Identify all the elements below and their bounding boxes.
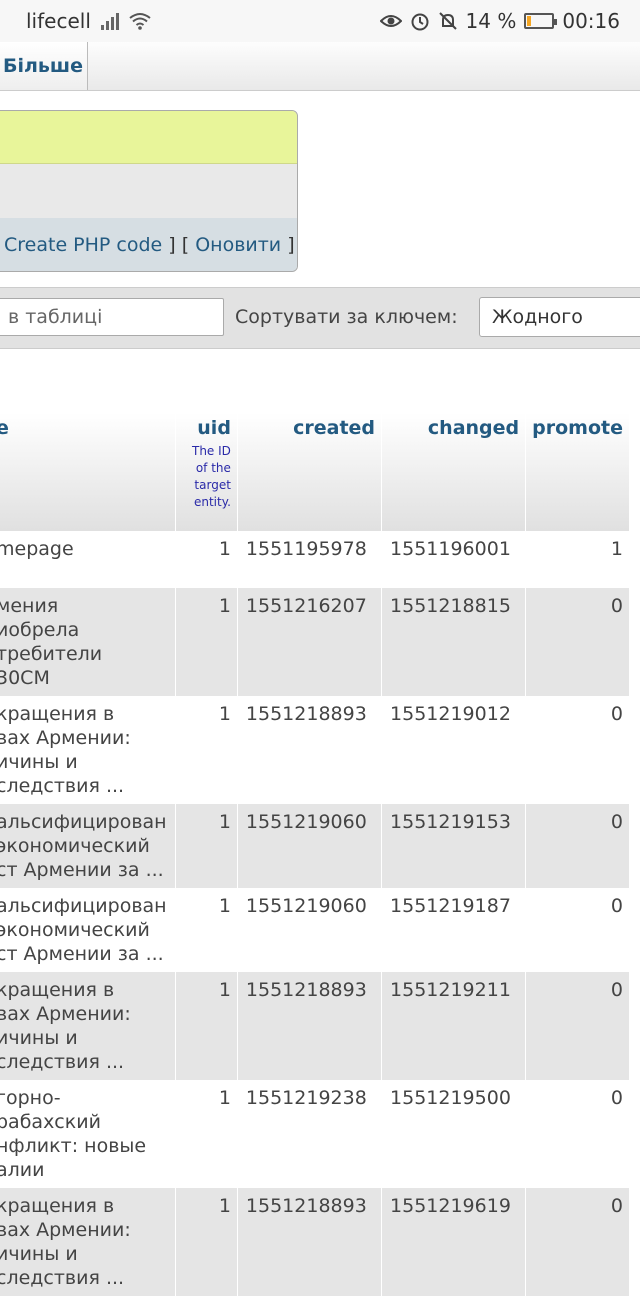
cell-title[interactable]: альсифицирован экономический ст Армении … [0,888,177,972]
column-header-promote[interactable]: promote [525,413,630,531]
filter-bar: в таблиці Сортувати за ключем: Жодного [0,287,640,349]
cell-created[interactable]: 1551218893 [237,972,383,1080]
column-header-created[interactable]: created [237,413,383,531]
cell-changed[interactable]: 1551219012 [381,696,527,804]
cell-promote[interactable]: 1 [525,531,630,588]
cell-uid[interactable]: 1 [175,888,238,972]
wifi-icon [129,13,151,30]
cell-title[interactable]: mepage [0,531,177,588]
cell-created[interactable]: 1551218893 [237,696,383,804]
cell-promote[interactable]: 0 [525,972,630,1080]
table-row[interactable]: альсифицирован экономический ст Армении … [0,888,630,972]
column-header-title[interactable]: e [0,413,177,531]
cell-promote[interactable]: 0 [525,696,630,804]
cell-uid[interactable]: 1 [175,588,238,696]
table-row[interactable]: кращения в вах Армении: ичины и следстви… [0,972,630,1080]
alarm-icon [411,13,429,31]
cell-uid[interactable]: 1 [175,1080,238,1188]
cell-created[interactable]: 1551219060 [237,804,383,888]
cell-uid[interactable]: 1 [175,972,238,1080]
create-php-link[interactable]: Create PHP code [4,234,162,256]
cell-changed[interactable]: 1551196001 [381,531,527,588]
cell-uid[interactable]: 1 [175,696,238,804]
cell-uid[interactable]: 1 [175,531,238,588]
column-header-changed[interactable]: changed [381,413,527,531]
column-header-uid[interactable]: uid The ID of the target entity. [175,413,238,531]
cell-changed[interactable]: 1551219500 [381,1080,527,1188]
cell-changed[interactable]: 1551218815 [381,588,527,696]
cell-created[interactable]: 1551195978 [237,531,383,588]
table-row[interactable]: горно- рабахский нфликт: новые алии 1 1551… [0,1080,630,1188]
battery-percent: 14 % [465,9,517,33]
query-message [0,111,297,164]
filter-rows-input[interactable]: в таблиці [0,298,224,336]
table-row[interactable]: мения иобрела требители 30CM 1 1551216207 1… [0,588,630,696]
query-box: Create PHP code ] [ Оновити ] [0,110,298,272]
tab-bar: Більше [0,42,640,91]
uid-comment: The ID of the target entity. [192,444,231,509]
tab-more[interactable]: Більше [0,42,88,90]
cell-changed[interactable]: 1551219211 [381,972,527,1080]
carrier-name: lifecell [26,9,91,33]
cell-title[interactable]: кращения в вах Армении: ичины и следстви… [0,696,177,804]
table-row[interactable]: альсифицирован экономический ст Армении … [0,804,630,888]
cell-uid[interactable]: 1 [175,804,238,888]
cell-created[interactable]: 1551219238 [237,1080,383,1188]
cell-created[interactable]: 1551219060 [237,888,383,972]
cell-title[interactable]: альсифицирован экономический ст Армении … [0,804,177,888]
bell-off-icon [438,12,457,30]
refresh-link[interactable]: Оновити [195,234,281,256]
battery-icon [524,13,558,29]
cell-promote[interactable]: 0 [525,888,630,972]
cell-title[interactable]: горно- рабахский нфликт: новые алии [0,1080,177,1188]
cell-promote[interactable]: 0 [525,1080,630,1188]
cell-created[interactable]: 1551216207 [237,588,383,696]
table-row[interactable]: кращения в вах Армении: ичины и следстви… [0,696,630,804]
query-links: Create PHP code ] [ Оновити ] [0,218,297,271]
query-sql [0,164,297,218]
status-bar: lifecell 14 % 00:16 [0,0,640,42]
sort-label: Сортувати за ключем: [235,306,458,328]
clock: 00:16 [562,9,620,33]
cell-title[interactable]: мения иобрела требители 30CM [0,588,177,696]
eye-icon [379,15,402,27]
cell-title[interactable]: кращения в вах Армении: ичины и следстви… [0,972,177,1080]
sort-key-select[interactable]: Жодного [479,297,640,337]
table-row[interactable]: mepage 1 1551195978 1551196001 1 [0,531,630,588]
cell-changed[interactable]: 1551219153 [381,804,527,888]
cell-promote[interactable]: 0 [525,588,630,696]
signal-icon [100,12,119,30]
results-table: e uid The ID of the target entity. create… [0,413,630,1296]
cell-changed[interactable]: 1551219187 [381,888,527,972]
cell-promote[interactable]: 0 [525,804,630,888]
